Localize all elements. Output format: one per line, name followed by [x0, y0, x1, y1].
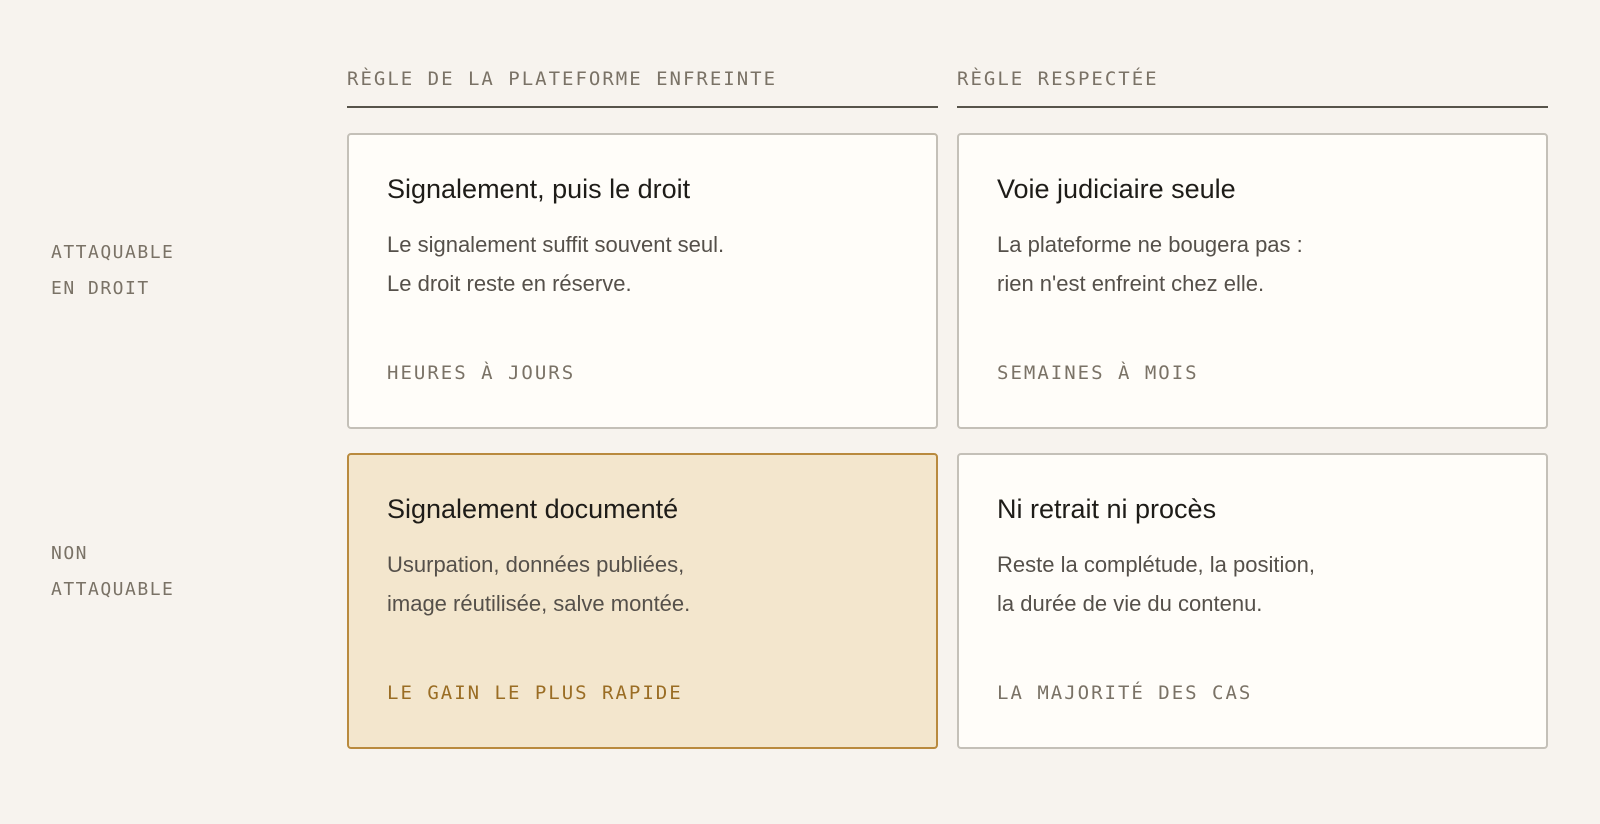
card-description: Usurpation, données publiées, image réut… — [387, 545, 690, 623]
card-description-line: rien n'est enfreint chez elle. — [997, 271, 1265, 296]
card-description-line: la durée de vie du contenu. — [997, 591, 1263, 616]
quadrant-card-neither-removal-nor-trial: Ni retrait ni procès Reste la complétude… — [957, 453, 1548, 749]
card-title: Signalement documenté — [387, 494, 679, 524]
card-description-line: image réutilisée, salve montée. — [387, 591, 691, 616]
card-description: Reste la complétude, la position, la dur… — [997, 545, 1315, 623]
row-label-line: ATTAQUABLE — [51, 579, 175, 600]
card-description: La plateforme ne bougera pas : rien n'es… — [997, 225, 1303, 303]
quadrant-card-report-then-law: Signalement, puis le droit Le signalemen… — [347, 133, 938, 429]
card-description-line: Usurpation, données publiées, — [387, 552, 685, 577]
card-timeframe-tag: SEMAINES À MOIS — [997, 362, 1199, 384]
card-description-line: La plateforme ne bougera pas : — [997, 232, 1303, 257]
card-title: Voie judiciaire seule — [997, 174, 1236, 204]
card-description: Le signalement suffit souvent seul. Le d… — [387, 225, 724, 303]
quadrant-card-judicial-only: Voie judiciaire seule La plateforme ne b… — [957, 133, 1548, 429]
card-description-line: Reste la complétude, la position, — [997, 552, 1315, 577]
card-timeframe-tag: HEURES À JOURS — [387, 362, 576, 384]
row-label-not-actionable: NON ATTAQUABLE — [51, 536, 174, 608]
row-label-legally-actionable: ATTAQUABLE EN DROIT — [51, 235, 174, 307]
card-description-line: Le droit reste en réserve. — [387, 271, 632, 296]
row-label-line: EN DROIT — [51, 278, 150, 299]
row-label-line: NON — [51, 543, 89, 564]
card-description-line: Le signalement suffit souvent seul. — [387, 232, 725, 257]
card-title: Signalement, puis le droit — [387, 174, 691, 204]
quadrant-card-documented-report: Signalement documenté Usurpation, donnée… — [347, 453, 938, 749]
card-title: Ni retrait ni procès — [997, 494, 1217, 524]
column-header-rule-respected: RÈGLE RESPECTÉE — [957, 70, 1548, 108]
column-header-rule-broken: RÈGLE DE LA PLATEFORME ENFREINTE — [347, 70, 938, 108]
card-timeframe-tag: LE GAIN LE PLUS RAPIDE — [387, 682, 683, 704]
row-label-line: ATTAQUABLE — [51, 242, 175, 263]
card-timeframe-tag: LA MAJORITÉ DES CAS — [997, 682, 1253, 704]
